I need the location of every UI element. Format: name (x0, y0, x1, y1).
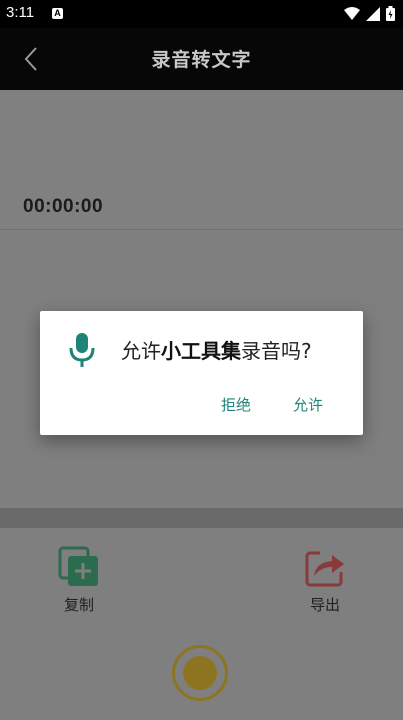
message-suffix: 录音吗? (241, 339, 312, 363)
elapsed-time: 00:00:00 (23, 196, 104, 217)
allow-button[interactable]: 允许 (293, 394, 323, 415)
app-bar: 录音转文字 (0, 28, 403, 90)
signal-icon (366, 6, 380, 21)
message-prefix: 允许 (121, 339, 161, 363)
permission-message: 允许小工具集录音吗? (121, 335, 312, 364)
wifi-icon (344, 6, 360, 20)
record-button[interactable] (172, 645, 228, 701)
system-icons (344, 6, 395, 21)
export-button[interactable]: 导出 (300, 546, 350, 615)
page-title: 录音转文字 (151, 49, 252, 71)
copy-button[interactable]: 复制 (54, 546, 104, 615)
copy-label: 复制 (63, 596, 94, 614)
toolbar-separator (0, 508, 403, 528)
status-time: 3:11 (6, 4, 35, 21)
status-bar: 3:11 A (0, 0, 403, 28)
copy-icon (58, 546, 98, 586)
notification-icon: A (52, 8, 63, 19)
deny-button[interactable]: 拒绝 (221, 394, 251, 415)
export-label: 导出 (309, 596, 340, 614)
divider (0, 229, 403, 230)
microphone-icon (69, 333, 95, 367)
app-name: 小工具集 (161, 339, 241, 363)
permission-dialog: 允许小工具集录音吗? 拒绝 允许 (40, 311, 363, 435)
record-icon (183, 656, 217, 690)
export-icon (305, 551, 344, 587)
battery-icon (386, 6, 395, 21)
